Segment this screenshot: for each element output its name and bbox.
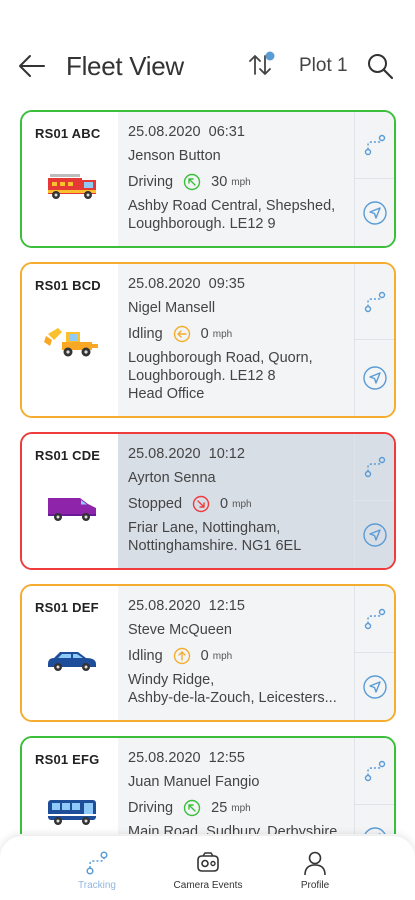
fire-engine-icon bbox=[48, 174, 96, 199]
navigate-icon bbox=[363, 366, 387, 390]
vehicle-address: Windy Ridge, Ashby-de-la-Zouch, Leiceste… bbox=[128, 672, 337, 706]
route-button[interactable] bbox=[355, 586, 394, 653]
speed-unit: mph bbox=[212, 650, 233, 662]
bottom-tab-bar: Tracking Camera Events Profile bbox=[0, 836, 415, 900]
locate-button[interactable] bbox=[355, 805, 394, 834]
route-button[interactable] bbox=[355, 264, 394, 340]
camera-icon bbox=[197, 852, 219, 872]
tab-profile[interactable]: Profile bbox=[246, 836, 384, 900]
driver-name: Juan Manuel Fangio bbox=[128, 774, 260, 790]
route-icon bbox=[364, 134, 386, 156]
tab-label: Profile bbox=[300, 880, 330, 891]
driver-name: Jenson Button bbox=[128, 148, 221, 164]
status-label: Idling bbox=[128, 326, 163, 342]
route-icon bbox=[364, 456, 386, 478]
tracking-icon bbox=[86, 851, 108, 875]
navigate-icon bbox=[363, 674, 387, 699]
driving-status-icon bbox=[183, 173, 201, 191]
profile-icon bbox=[304, 851, 326, 876]
vehicle-address: Loughborough Road, Quorn, Loughborough. … bbox=[128, 350, 313, 402]
idling-status-icon bbox=[173, 325, 190, 343]
speed-unit: mph bbox=[231, 176, 251, 188]
speed-unit: mph bbox=[232, 498, 252, 510]
speed-value: 0 bbox=[200, 648, 209, 664]
speed-value: 30 bbox=[211, 174, 228, 190]
vehicle-address: Friar Lane, Nottingham, Nottinghamshire.… bbox=[128, 520, 302, 554]
route-icon bbox=[364, 760, 386, 782]
plot-selector[interactable]: Plot 1 bbox=[299, 55, 348, 77]
status-label: Idling bbox=[128, 648, 163, 664]
timestamp: 25.08.2020 06:31 bbox=[128, 124, 245, 140]
speed-value: 25 bbox=[211, 800, 228, 816]
back-arrow-icon[interactable] bbox=[16, 50, 48, 82]
search-icon[interactable] bbox=[366, 52, 394, 80]
speed-value: 0 bbox=[220, 496, 229, 512]
navigate-icon bbox=[363, 200, 387, 225]
sort-icon[interactable] bbox=[248, 50, 276, 80]
locate-button[interactable] bbox=[355, 179, 394, 246]
timestamp: 25.08.2020 12:55 bbox=[128, 750, 245, 766]
route-icon bbox=[364, 608, 386, 630]
timestamp: 25.08.2020 12:15 bbox=[128, 598, 245, 614]
van-icon bbox=[48, 498, 96, 521]
speed-value: 0 bbox=[200, 326, 209, 342]
driver-name: Ayrton Senna bbox=[128, 470, 216, 486]
vehicle-status: Driving 30 mph bbox=[128, 173, 251, 191]
driving-status-icon bbox=[183, 799, 201, 817]
vehicle-card[interactable]: RS01 EFG 25.08.2020 12:55 Juan Manuel Fa… bbox=[20, 736, 396, 834]
vehicle-card-selected[interactable]: RS01 CDE 25.08.2020 10:12 Ayrton Senna S… bbox=[20, 432, 396, 570]
timestamp: 25.08.2020 10:12 bbox=[128, 446, 245, 462]
vehicle-plate: RS01 CDE bbox=[35, 448, 101, 463]
route-button[interactable] bbox=[355, 112, 394, 179]
digger-icon bbox=[44, 328, 98, 357]
status-label: Stopped bbox=[128, 496, 183, 512]
timestamp: 25.08.2020 09:35 bbox=[128, 276, 245, 292]
page-title: Fleet View bbox=[66, 51, 184, 81]
vehicle-plate: RS01 EFG bbox=[35, 752, 100, 767]
vehicle-address: Main Road, Sudbury, Derbyshire. bbox=[128, 824, 342, 834]
route-icon bbox=[364, 291, 386, 312]
speed-unit: mph bbox=[212, 328, 233, 340]
idling-status-icon bbox=[173, 647, 190, 665]
vehicle-card[interactable]: RS01 BCD 25.08.2020 09:35 Nigel Mansell … bbox=[20, 262, 396, 418]
bus-icon bbox=[48, 800, 96, 825]
vehicle-list[interactable]: RS01 ABC 25.08.2020 06:31 Jenson Button … bbox=[0, 104, 415, 834]
locate-button[interactable] bbox=[355, 653, 394, 720]
speed-unit: mph bbox=[231, 802, 251, 814]
app-header: Fleet View Plot 1 bbox=[0, 0, 415, 104]
stopped-status-icon bbox=[192, 495, 210, 513]
status-label: Driving bbox=[128, 800, 174, 816]
navigate-icon bbox=[364, 826, 386, 834]
navigate-icon bbox=[363, 522, 387, 547]
vehicle-plate: RS01 ABC bbox=[35, 126, 101, 141]
vehicle-plate: RS01 BCD bbox=[35, 278, 101, 293]
driver-name: Steve McQueen bbox=[128, 622, 232, 638]
vehicle-plate: RS01 DEF bbox=[35, 600, 99, 615]
locate-button[interactable] bbox=[355, 340, 394, 416]
vehicle-status: Idling 0 mph bbox=[128, 325, 232, 343]
vehicle-status: Idling 0 mph bbox=[128, 647, 232, 665]
status-label: Driving bbox=[128, 174, 174, 190]
vehicle-address: Ashby Road Central, Shepshed, Loughborou… bbox=[128, 198, 336, 232]
vehicle-card[interactable]: RS01 ABC 25.08.2020 06:31 Jenson Button … bbox=[20, 110, 396, 248]
car-icon bbox=[48, 652, 96, 671]
vehicle-status: Driving 25 mph bbox=[128, 799, 251, 817]
route-button[interactable] bbox=[355, 738, 394, 805]
driver-name: Nigel Mansell bbox=[128, 300, 216, 316]
vehicle-card[interactable]: RS01 DEF 25.08.2020 12:15 Steve McQueen … bbox=[20, 584, 396, 722]
route-button[interactable] bbox=[355, 434, 394, 501]
locate-button[interactable] bbox=[355, 501, 394, 568]
vehicle-status: Stopped 0 mph bbox=[128, 495, 252, 513]
